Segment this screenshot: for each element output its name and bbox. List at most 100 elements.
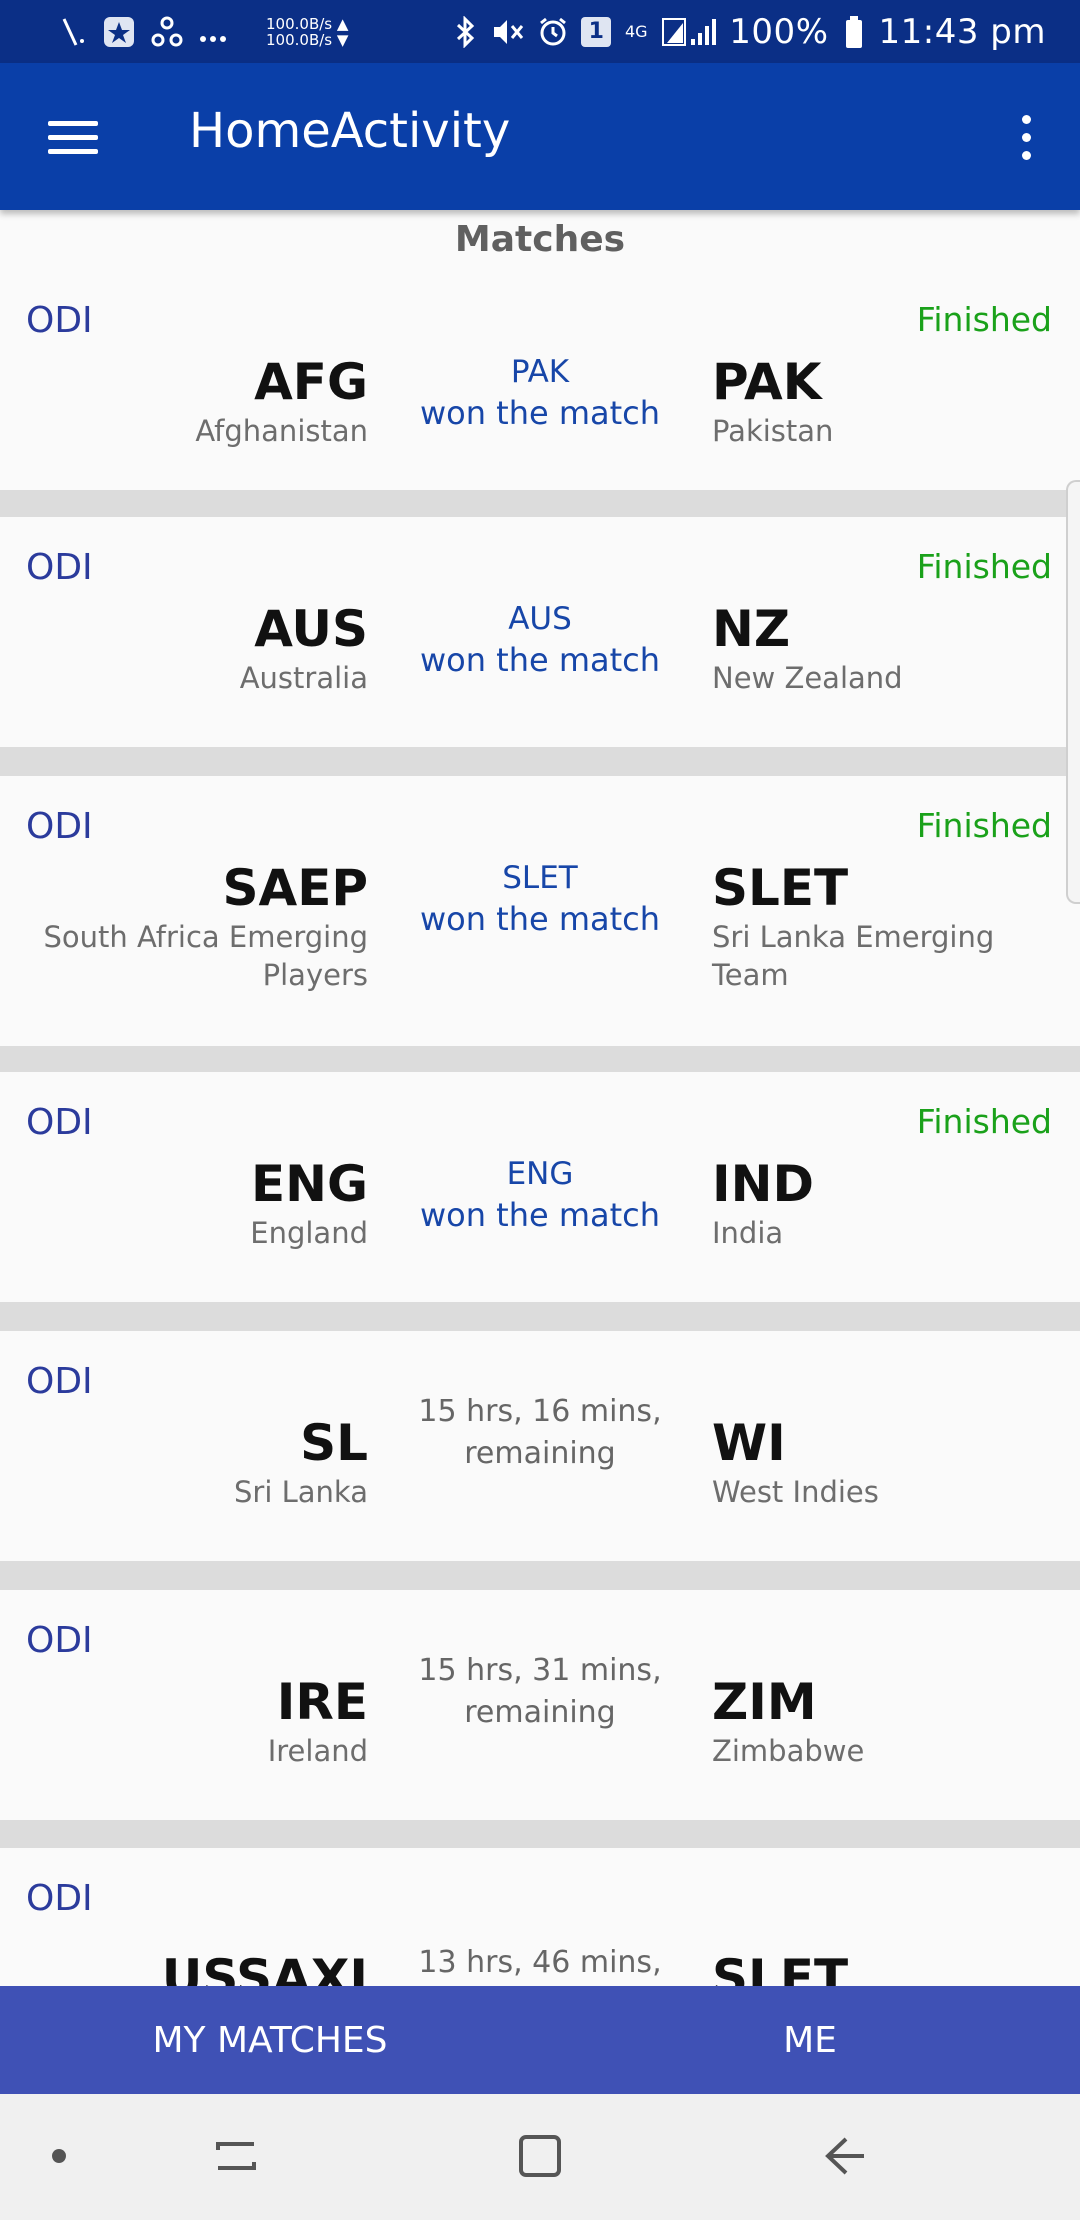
countdown-time: 15 hrs, 31 mins, bbox=[418, 1653, 662, 1688]
scroll-indicator[interactable] bbox=[1066, 480, 1080, 904]
match-card[interactable]: ODI Finished SAEP South Africa Emerging … bbox=[0, 776, 1080, 1046]
clock: 11:43 pm bbox=[878, 11, 1046, 52]
match-format: ODI bbox=[26, 1102, 93, 1143]
app-title: HomeActivity bbox=[189, 103, 511, 159]
match-format: ODI bbox=[26, 300, 93, 341]
countdown-text: remaining bbox=[464, 1695, 616, 1730]
match-card[interactable]: ODI USSAXI 13 hrs, 46 mins, SLET bbox=[0, 1848, 1080, 1986]
match-status: Finished bbox=[916, 300, 1052, 339]
back-icon[interactable] bbox=[810, 2126, 880, 2186]
team1-abbr: AUS bbox=[254, 600, 368, 658]
tab-my-matches[interactable]: MY MATCHES bbox=[0, 1986, 540, 2094]
match-countdown: 13 hrs, 46 mins, bbox=[390, 1942, 690, 1984]
team2-abbr: PAK bbox=[712, 353, 822, 411]
team1-name: Australia bbox=[239, 661, 368, 695]
team2-abbr: ZIM bbox=[712, 1673, 817, 1731]
match-card[interactable]: ODI Finished AUS Australia AUS won the m… bbox=[0, 517, 1080, 747]
alarm-icon bbox=[537, 15, 569, 49]
team1: IRE Ireland bbox=[268, 1672, 368, 1770]
team2-name: West Indies bbox=[712, 1475, 879, 1509]
match-status: Finished bbox=[916, 1102, 1052, 1141]
result-winner: SLET bbox=[502, 860, 578, 896]
team1-name-line1: South Africa Emerging bbox=[43, 920, 368, 954]
status-bar: 100.0B/s ▲ 100.0B/s ▼ 1 4G 100% 11:43 pm bbox=[0, 0, 1080, 63]
team2-name: India bbox=[712, 1216, 784, 1250]
team2: SLET Sri Lanka Emerging Team bbox=[712, 858, 994, 994]
recent-apps-icon[interactable] bbox=[202, 2126, 272, 2186]
team2: NZ New Zealand bbox=[712, 599, 903, 697]
share-icon bbox=[150, 15, 184, 49]
app-icon bbox=[102, 15, 136, 49]
network-type-label: 4G bbox=[623, 15, 649, 49]
team2-name: Pakistan bbox=[712, 414, 834, 448]
home-icon[interactable] bbox=[505, 2126, 575, 2186]
team1-name: Sri Lanka bbox=[234, 1475, 368, 1509]
more-vert-icon[interactable] bbox=[1004, 111, 1048, 167]
menu-icon[interactable] bbox=[34, 107, 112, 167]
team2: IND India bbox=[712, 1154, 814, 1252]
more-notifications-icon bbox=[198, 15, 228, 49]
match-status: Finished bbox=[916, 806, 1052, 845]
match-card[interactable]: ODI IRE Ireland 15 hrs, 31 mins, remaini… bbox=[0, 1590, 1080, 1820]
countdown-time: 15 hrs, 16 mins, bbox=[418, 1394, 662, 1429]
match-card[interactable]: ODI Finished ENG England ENG won the mat… bbox=[0, 1072, 1080, 1302]
status-right: 1 4G 100% 11:43 pm bbox=[453, 12, 1046, 52]
team1: AFG Afghanistan bbox=[195, 352, 368, 450]
team1-name: Afghanistan bbox=[195, 414, 368, 448]
team2-abbr: IND bbox=[712, 1155, 814, 1213]
team1-abbr: SL bbox=[300, 1414, 368, 1472]
battery-percent: 100% bbox=[729, 11, 829, 52]
bluetooth-icon bbox=[453, 15, 479, 49]
result-winner: AUS bbox=[508, 601, 572, 637]
match-result: AUS won the match bbox=[390, 599, 690, 681]
team1-abbr: ENG bbox=[250, 1155, 368, 1213]
match-countdown: 15 hrs, 16 mins, remaining bbox=[390, 1391, 690, 1475]
match-format: ODI bbox=[26, 1878, 93, 1919]
result-winner: PAK bbox=[510, 354, 570, 390]
team2: PAK Pakistan bbox=[712, 352, 833, 450]
result-text: won the match bbox=[419, 394, 661, 432]
battery-icon bbox=[841, 15, 867, 49]
team1: SAEP South Africa Emerging Players bbox=[43, 858, 368, 994]
team2-name-line2: Team bbox=[712, 958, 789, 992]
tab-me[interactable]: ME bbox=[540, 1986, 1080, 2094]
result-text: won the match bbox=[419, 900, 661, 938]
team1: AUS Australia bbox=[240, 599, 368, 697]
section-title: Matches bbox=[0, 210, 1080, 270]
result-winner: ENG bbox=[506, 1156, 574, 1192]
match-card[interactable]: ODI SL Sri Lanka 15 hrs, 16 mins, remain… bbox=[0, 1331, 1080, 1561]
dot-icon[interactable] bbox=[24, 2126, 94, 2186]
team1-abbr: SAEP bbox=[222, 859, 368, 917]
team1: ENG England bbox=[250, 1154, 368, 1252]
sim-icon: 1 bbox=[581, 16, 612, 47]
team2-abbr: WI bbox=[712, 1414, 786, 1472]
network-type-text: 4G bbox=[625, 21, 648, 41]
roaming-signal-icon bbox=[661, 15, 717, 49]
match-result: SLET won the match bbox=[390, 858, 690, 940]
app-bar: HomeActivity bbox=[0, 63, 1080, 210]
match-format: ODI bbox=[26, 1361, 93, 1402]
match-card[interactable]: ODI Finished AFG Afghanistan PAK won the… bbox=[0, 270, 1080, 490]
team2-name: New Zealand bbox=[712, 661, 903, 695]
team2-abbr: SLET bbox=[712, 859, 849, 917]
team1: USSAXI bbox=[162, 1948, 368, 1986]
mute-icon bbox=[491, 15, 525, 49]
team2-name: Zimbabwe bbox=[712, 1734, 865, 1768]
speed-down: 100.0B/s ▼ bbox=[266, 30, 349, 49]
countdown-text: remaining bbox=[464, 1436, 616, 1471]
signal-icon bbox=[62, 15, 88, 49]
network-speed: 100.0B/s ▲ 100.0B/s ▼ bbox=[266, 16, 348, 48]
team2-abbr: SLET bbox=[712, 1949, 849, 1986]
system-navigation bbox=[0, 2094, 1080, 2220]
result-text: won the match bbox=[419, 1196, 661, 1234]
team1-name: England bbox=[250, 1216, 368, 1250]
team1-abbr: AFG bbox=[254, 353, 368, 411]
team2-name-line1: Sri Lanka Emerging bbox=[712, 920, 995, 954]
match-format: ODI bbox=[26, 547, 93, 588]
matches-list[interactable]: Matches ODI Finished AFG Afghanistan PAK… bbox=[0, 210, 1080, 1986]
team2: ZIM Zimbabwe bbox=[712, 1672, 864, 1770]
status-left: 100.0B/s ▲ 100.0B/s ▼ bbox=[62, 15, 348, 49]
team2: WI West Indies bbox=[712, 1413, 879, 1511]
team2: SLET bbox=[712, 1948, 848, 1986]
match-status: Finished bbox=[916, 547, 1052, 586]
